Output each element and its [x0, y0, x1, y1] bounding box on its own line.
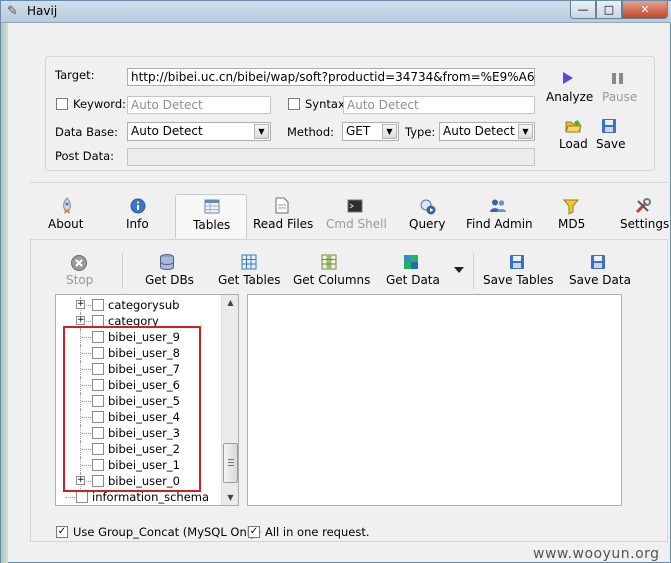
app-icon: ✎ — [7, 4, 18, 19]
expand-icon[interactable]: + — [76, 316, 85, 325]
get-tables-button[interactable]: Get Tables — [218, 273, 280, 287]
stop-button[interactable]: Stop — [66, 273, 93, 287]
syntax-checkbox[interactable] — [288, 98, 300, 110]
toolbar-separator — [473, 253, 474, 289]
tab-read-files[interactable]: Read Files — [253, 217, 313, 231]
analyze-button[interactable]: Analyze — [546, 90, 593, 104]
table-icon — [204, 199, 220, 214]
tree-item-checkbox[interactable] — [76, 491, 88, 503]
tab-tables[interactable]: Tables — [193, 218, 230, 232]
data-icon — [404, 255, 418, 269]
close-button[interactable]: ✕ — [622, 1, 668, 19]
tab-md5[interactable]: MD5 — [558, 217, 585, 231]
users-icon — [490, 199, 506, 212]
method-label: Method: — [287, 125, 335, 139]
type-label: Type: — [405, 125, 436, 139]
target-label: Target: — [55, 68, 95, 82]
tree-item-checkbox[interactable] — [92, 299, 104, 311]
get-columns-button[interactable]: Get Columns — [293, 273, 370, 287]
all-in-one-checkbox[interactable]: ✓ — [248, 526, 260, 538]
checkmark-icon: ✓ — [57, 526, 67, 537]
group-concat-checkbox[interactable]: ✓ — [56, 526, 68, 538]
watermark: www.wooyun.org — [533, 546, 660, 562]
save-data-button[interactable]: Save Data — [569, 273, 631, 287]
folder-open-icon[interactable] — [565, 119, 582, 133]
get-dbs-button[interactable]: Get DBs — [145, 273, 194, 287]
minimize-button[interactable]: — — [570, 1, 596, 19]
chevron-down-icon[interactable]: ▼ — [518, 124, 533, 139]
method-select-value: GET — [346, 124, 371, 138]
tab-about[interactable]: About — [48, 217, 83, 231]
window-title: Havij — [27, 4, 58, 18]
tab-info[interactable]: Info — [126, 217, 149, 231]
highlight-box — [63, 326, 201, 492]
file-icon — [275, 197, 289, 214]
tree-item-label: information_schema — [92, 490, 210, 504]
toolbar-separator — [122, 253, 123, 289]
columns-icon — [321, 254, 337, 270]
info-icon — [130, 198, 146, 214]
keyword-label: Keyword: — [73, 97, 126, 111]
play-icon[interactable] — [562, 71, 574, 85]
target-input[interactable]: http://bibei.uc.cn/bibei/wap/soft?produc… — [127, 68, 535, 86]
tools-icon — [635, 198, 651, 214]
query-icon — [420, 199, 436, 215]
funnel-icon — [563, 199, 579, 215]
tree-item[interactable]: + categorysub — [56, 297, 226, 313]
load-button[interactable]: Load — [559, 137, 588, 151]
postdata-input[interactable] — [127, 148, 535, 166]
expand-icon[interactable]: + — [76, 300, 85, 309]
checkmark-icon: ✓ — [249, 526, 259, 537]
rocket-icon — [63, 197, 71, 214]
database-icon — [160, 254, 174, 270]
divider — [30, 182, 668, 183]
chevron-down-icon[interactable]: ▼ — [254, 124, 269, 139]
database-label: Data Base: — [55, 125, 118, 139]
table-grid-icon — [241, 254, 257, 270]
floppy-icon — [591, 255, 605, 269]
save-tables-button[interactable]: Save Tables — [483, 273, 554, 287]
scroll-up-arrow-icon[interactable]: ▲ — [223, 295, 238, 310]
tab-settings[interactable]: Settings — [620, 217, 669, 231]
tree-item-label: categorysub — [108, 298, 180, 312]
pause-button[interactable]: Pause — [602, 90, 637, 104]
postdata-label: Post Data: — [55, 149, 115, 163]
window-left-border — [1, 23, 8, 563]
floppy-icon[interactable] — [601, 118, 617, 134]
save-button[interactable]: Save — [596, 137, 625, 151]
havij-window: ✎ Havij — □ ✕ Target: http://bibei.uc.cn… — [0, 0, 671, 563]
all-in-one-label: All in one request. — [265, 525, 370, 539]
scroll-down-arrow-icon[interactable]: ▼ — [223, 490, 238, 505]
method-select[interactable]: GET ▼ — [342, 122, 399, 141]
database-select[interactable]: Auto Detect ▼ — [127, 122, 271, 141]
chevron-down-icon[interactable] — [454, 267, 464, 273]
results-panel[interactable] — [247, 294, 622, 506]
type-select-value: Auto Detect — [443, 124, 515, 138]
type-select[interactable]: Auto Detect ▼ — [439, 122, 535, 141]
keyword-input[interactable]: Auto Detect — [127, 96, 271, 114]
pause-icon — [612, 73, 623, 84]
terminal-icon — [347, 199, 363, 213]
stop-icon — [71, 255, 87, 271]
get-data-button[interactable]: Get Data — [386, 273, 440, 287]
group-concat-label: Use Group_Concat (MySQL Only) — [73, 525, 262, 539]
keyword-checkbox[interactable] — [56, 98, 68, 110]
tab-cmd-shell[interactable]: Cmd Shell — [326, 217, 387, 231]
database-select-value: Auto Detect — [131, 124, 203, 138]
tree-scrollbar[interactable]: ▲ ▼ — [221, 295, 238, 505]
scrollbar-thumb[interactable] — [223, 443, 238, 483]
syntax-input[interactable]: Auto Detect — [343, 96, 535, 114]
title-bar: ✎ Havij — □ ✕ — [1, 1, 671, 23]
floppy-icon — [510, 255, 524, 269]
chevron-down-icon[interactable]: ▼ — [382, 124, 397, 139]
tab-query[interactable]: Query — [409, 217, 445, 231]
maximize-button[interactable]: □ — [596, 1, 622, 19]
tab-find-admin[interactable]: Find Admin — [466, 217, 533, 231]
